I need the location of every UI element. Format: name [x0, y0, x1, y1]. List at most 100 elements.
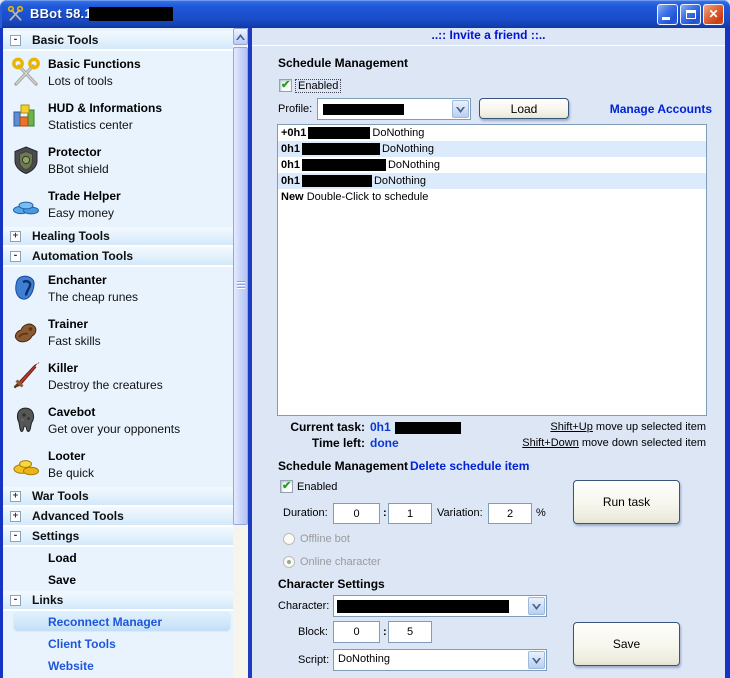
script-combobox[interactable]: DoNothing	[333, 649, 547, 671]
sidebar-item-website[interactable]: Website	[3, 655, 233, 677]
item-title: Trainer	[48, 317, 88, 331]
offline-bot-radio-row: Offline bot	[283, 533, 350, 545]
sidebar-item-reconnect-manager[interactable]: Reconnect Manager	[13, 612, 231, 632]
chevron-down-icon	[456, 107, 465, 113]
expand-icon[interactable]: +	[10, 231, 21, 242]
duration-minutes-input[interactable]	[388, 503, 432, 524]
main-panel: ..:: Invite a friend ::.. Schedule Manag…	[252, 28, 725, 678]
sidebar-item-trainer[interactable]: Trainer Fast skills	[3, 311, 233, 355]
manage-accounts-link[interactable]: Manage Accounts	[610, 102, 712, 116]
load-button[interactable]: Load	[479, 98, 569, 119]
invite-a-friend-link[interactable]: ..:: Invite a friend ::..	[252, 28, 725, 46]
schedule-enabled-row: Enabled	[279, 79, 340, 92]
combo-arrow-button[interactable]	[452, 100, 469, 118]
schedule-listbox[interactable]: +0h1 DoNothing 0h1 DoNothing 0h1 DoNothi…	[277, 124, 707, 416]
schedule-row-new[interactable]: New Double-Click to schedule	[278, 189, 706, 205]
sidebar-item-cavebot[interactable]: Cavebot Get over your opponents	[3, 399, 233, 443]
sidebar-item-looter[interactable]: Looter Be quick	[3, 443, 233, 487]
row-redaction	[302, 175, 372, 187]
gold-coins-icon	[11, 449, 41, 479]
time-left-value: done	[370, 436, 399, 450]
sidebar-section-war-tools[interactable]: + War Tools	[3, 487, 233, 507]
chevron-up-icon	[236, 34, 245, 40]
maximize-button[interactable]	[680, 4, 701, 25]
collapse-icon[interactable]: -	[10, 531, 21, 542]
bar-chart-icon	[11, 101, 41, 131]
save-button[interactable]: Save	[573, 622, 680, 666]
character-combobox[interactable]	[333, 595, 547, 617]
script-label: Script:	[298, 654, 329, 666]
sidebar-section-automation-tools[interactable]: - Automation Tools	[3, 247, 233, 267]
current-task-redaction	[395, 422, 461, 434]
current-task-label: Current task:	[277, 420, 365, 434]
title-redaction	[89, 7, 173, 21]
offline-bot-label: Offline bot	[300, 533, 350, 545]
sword-icon	[11, 361, 41, 391]
character-label: Character:	[278, 600, 329, 612]
schedule-row[interactable]: 0h1 DoNothing	[278, 157, 706, 173]
row-script: DoNothing	[382, 141, 434, 157]
schedule-row[interactable]: 0h1 DoNothing	[278, 173, 706, 189]
close-button[interactable]: ✕	[703, 4, 724, 25]
combo-arrow-button[interactable]	[528, 651, 545, 669]
collapse-icon[interactable]: -	[10, 35, 21, 46]
minimize-button[interactable]	[657, 4, 678, 25]
sidebar-item-load[interactable]: Load	[3, 547, 233, 569]
row-time: New	[281, 189, 304, 205]
row-time: 0h1	[281, 157, 300, 173]
block-input-1[interactable]	[333, 621, 380, 643]
sidebar-item-client-tools[interactable]: Client Tools	[3, 633, 233, 655]
item-title: Killer	[48, 361, 78, 375]
item-subtitle: BBot shield	[48, 162, 109, 176]
maximize-icon	[686, 10, 696, 19]
shift-up-key: Shift+Up	[550, 421, 593, 433]
enabled-checkbox-2-label[interactable]: Enabled	[297, 481, 337, 493]
script-value: DoNothing	[338, 653, 390, 665]
sidebar-section-healing-tools[interactable]: + Healing Tools	[3, 227, 233, 247]
sidebar-item-trade-helper[interactable]: Trade Helper Easy money	[3, 183, 233, 227]
current-task-value: 0h1	[370, 420, 391, 434]
sidebar-item-killer[interactable]: Killer Destroy the creatures	[3, 355, 233, 399]
sidebar-section-basic-tools[interactable]: - Basic Tools	[3, 31, 233, 51]
enabled-checkbox-label[interactable]: Enabled	[296, 80, 340, 92]
online-character-radio-row: Online character	[283, 556, 381, 568]
sidebar-item-enchanter[interactable]: Enchanter The cheap runes	[3, 267, 233, 311]
schedule-row[interactable]: 0h1 DoNothing	[278, 141, 706, 157]
variation-label: Variation:	[437, 507, 483, 519]
delete-schedule-item-link[interactable]: Delete schedule item	[410, 459, 529, 473]
combo-arrow-button[interactable]	[528, 597, 545, 615]
item-title: Protector	[48, 145, 101, 159]
collapse-icon[interactable]: -	[10, 595, 21, 606]
sidebar-item-basic-functions[interactable]: Basic Functions Lots of tools	[3, 51, 233, 95]
item-title: Enchanter	[48, 273, 107, 287]
profile-combobox[interactable]	[317, 98, 471, 120]
block-input-2[interactable]	[388, 621, 432, 643]
sidebar-section-advanced-tools[interactable]: + Advanced Tools	[3, 507, 233, 527]
expand-icon[interactable]: +	[10, 491, 21, 502]
duration-colon: :	[383, 507, 387, 519]
window-border-right	[725, 28, 730, 678]
expand-icon[interactable]: +	[10, 511, 21, 522]
close-icon: ✕	[704, 7, 723, 21]
enabled-checkbox-2[interactable]	[280, 480, 293, 493]
row-time: 0h1	[281, 141, 300, 157]
schedule-row[interactable]: +0h1 DoNothing	[278, 125, 706, 141]
row-redaction	[302, 143, 380, 155]
sidebar-scrollbar[interactable]	[233, 28, 248, 678]
collapse-icon[interactable]: -	[10, 251, 21, 262]
run-task-button[interactable]: Run task	[573, 480, 680, 524]
sidebar-item-protector[interactable]: Protector BBot shield	[3, 139, 233, 183]
enabled-checkbox[interactable]	[279, 79, 292, 92]
task-enabled-row: Enabled	[280, 480, 337, 493]
sidebar-item-hud-informations[interactable]: HUD & Informations Statistics center	[3, 95, 233, 139]
duration-hours-input[interactable]	[333, 503, 380, 524]
sidebar-section-links[interactable]: - Links	[3, 591, 233, 611]
shield-icon	[11, 145, 41, 175]
item-title: HUD & Informations	[48, 101, 162, 115]
scroll-up-button[interactable]	[233, 28, 248, 45]
sidebar-section-settings[interactable]: - Settings	[3, 527, 233, 547]
variation-input[interactable]	[488, 503, 532, 524]
item-subtitle: Easy money	[48, 206, 114, 220]
scrollbar-thumb[interactable]	[233, 47, 248, 525]
sidebar-item-save[interactable]: Save	[3, 569, 233, 591]
